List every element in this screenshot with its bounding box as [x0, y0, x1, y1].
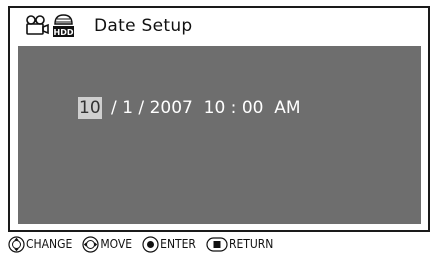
menu-header: HDD Date Setup [10, 8, 428, 46]
camera-menu-frame: HDD Date Setup 10 / 1 / 2007 10 : 00 AM [8, 6, 430, 232]
enter-button-icon [142, 235, 159, 253]
year-field[interactable]: 2007 [150, 98, 193, 118]
stop-button-icon [206, 236, 228, 252]
time-separator: : [225, 98, 242, 118]
hour-field[interactable]: 10 [204, 98, 226, 118]
change-label: CHANGE [26, 237, 73, 251]
page-title: Date Setup [94, 16, 193, 36]
enter-label: ENTER [160, 237, 196, 251]
return-hint: RETURN [206, 236, 273, 253]
hdd-label: HDD [54, 28, 74, 37]
ampm-field[interactable]: AM [274, 98, 300, 118]
date-setup-panel: 10 / 1 / 2007 10 : 00 AM [18, 46, 421, 224]
date-separator: / [105, 98, 123, 118]
button-guide: CHANGE MOVE ENTER RETURN [8, 234, 433, 254]
day-field[interactable]: 1 [122, 98, 133, 118]
move-hint: MOVE [82, 235, 133, 253]
mode-icons: HDD [26, 14, 74, 37]
camera-mode-icon [26, 15, 49, 35]
minute-field[interactable]: 00 [242, 98, 264, 118]
change-hint: CHANGE [8, 235, 73, 253]
month-field[interactable]: 10 [78, 97, 102, 119]
date-separator: / [133, 98, 150, 118]
date-time-display: 10 / 1 / 2007 10 : 00 AM [78, 97, 301, 119]
enter-hint: ENTER [142, 235, 196, 253]
up-down-dial-icon [8, 235, 25, 253]
return-label: RETURN [228, 237, 274, 251]
move-label: MOVE [100, 237, 133, 251]
hdd-icon: HDD [53, 14, 74, 37]
left-right-dial-icon [82, 235, 99, 253]
